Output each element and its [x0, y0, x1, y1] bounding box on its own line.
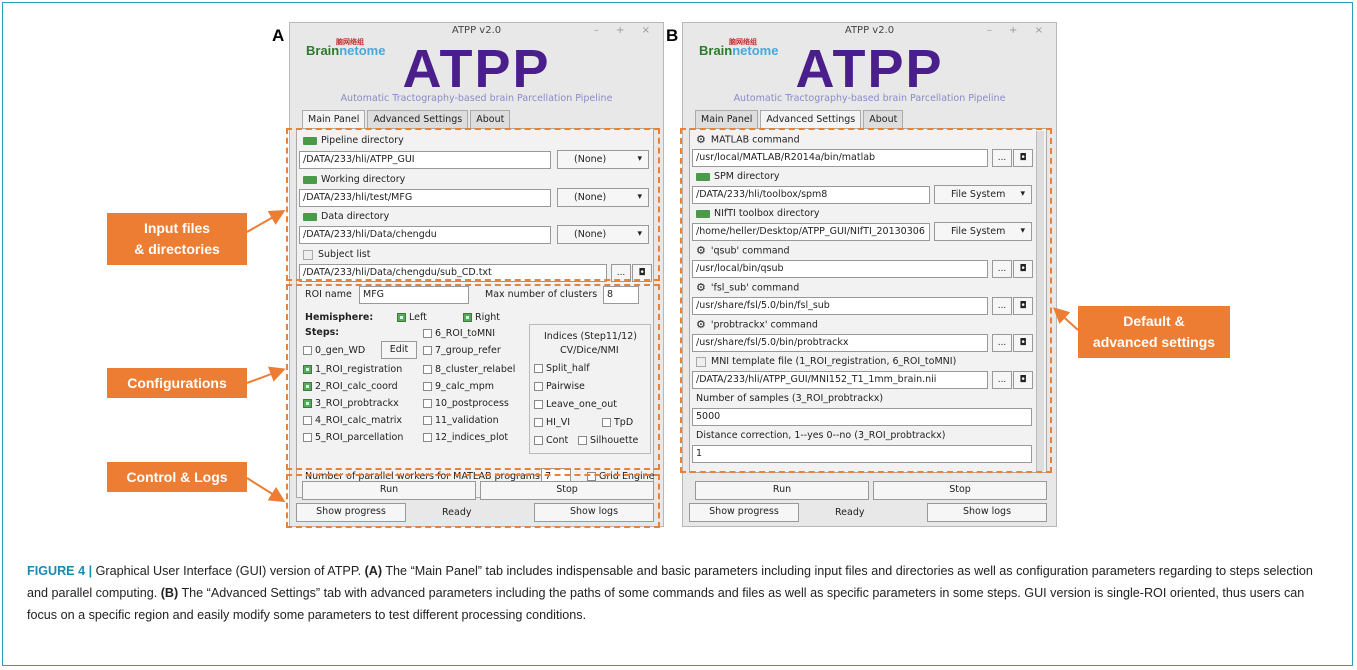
caption-ref-b: (B) — [160, 586, 179, 600]
caption-ref-a: (A) — [364, 564, 383, 578]
arrow-default — [1053, 307, 1079, 331]
figure-caption: FIGURE 4 | Graphical User Interface (GUI… — [27, 560, 1327, 626]
arrow-control — [246, 477, 286, 503]
arrow-input — [246, 210, 286, 233]
arrow-config — [246, 366, 286, 384]
callout-arrows — [246, 210, 1079, 503]
caption-label: FIGURE 4 | — [27, 564, 93, 578]
caption-text-3: The “Advanced Settings” tab with advance… — [27, 586, 1305, 622]
caption-text-1: Graphical User Interface (GUI) version o… — [92, 564, 365, 578]
